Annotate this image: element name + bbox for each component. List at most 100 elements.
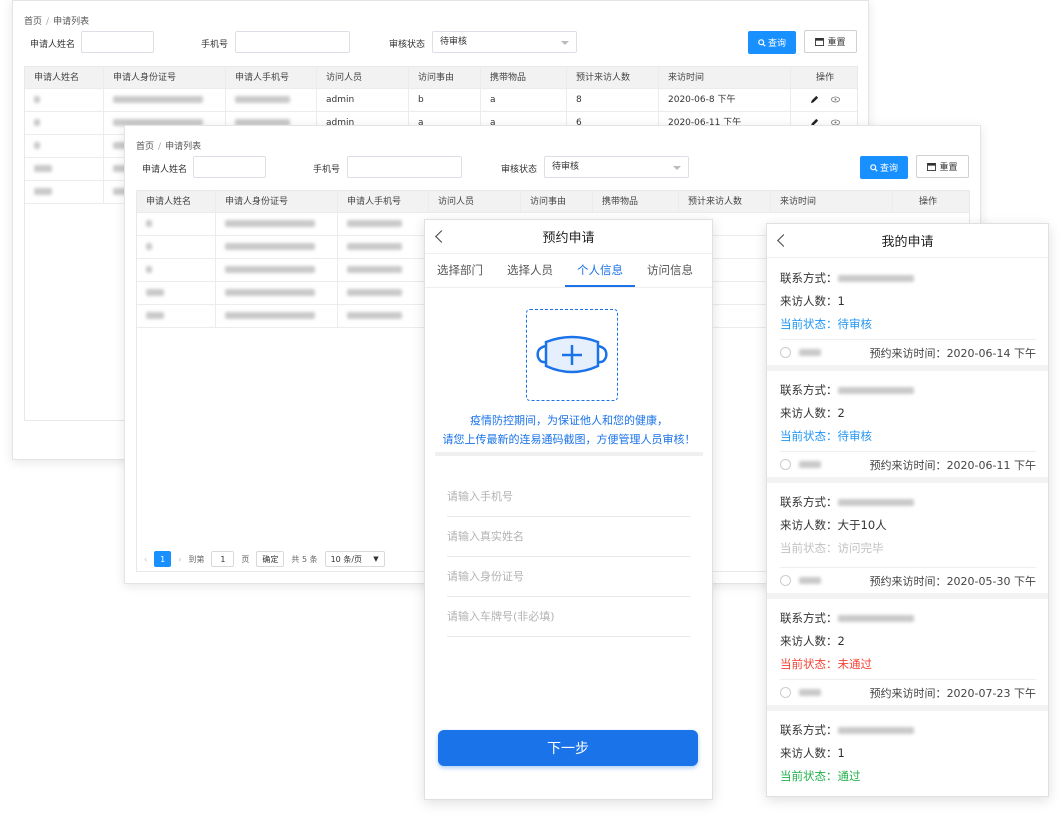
my-applications-title: 我的申请 <box>881 235 934 250</box>
prev-page-icon[interactable]: ‹ <box>144 555 147 564</box>
contact-line: 联系方式： <box>780 722 914 738</box>
blurred-id <box>225 289 315 296</box>
table-header-row: 申请人姓名 申请人身份证号 申请人手机号 访问人员 访问事由 携带物品 预计来访… <box>25 67 857 89</box>
contact-line: 联系方式： <box>780 494 914 510</box>
id-number-input[interactable]: 请输入身份证号 <box>447 557 690 597</box>
application-card[interactable]: 联系方式： 来访人数：1 当前状态：通过 <box>767 711 1048 796</box>
time-cell: 2020-06-8 下午 <box>659 89 791 111</box>
next-page-icon[interactable]: › <box>178 555 181 564</box>
column-header[interactable]: 访问人员 <box>317 67 409 88</box>
reset-icon <box>815 37 825 46</box>
column-header[interactable]: 携带物品 <box>481 67 567 88</box>
application-card[interactable]: 联系方式： 来访人数：大于10人 当前状态：访问完毕 预约来访时间：2020-0… <box>767 483 1048 599</box>
health-code-upload[interactable] <box>526 309 618 401</box>
status-line: 当前状态：待审核 <box>780 317 872 331</box>
blurred-phone <box>347 289 402 296</box>
column-header[interactable]: 申请人姓名 <box>137 191 216 212</box>
license-plate-input[interactable]: 请输入车牌号(非必填) <box>447 597 690 637</box>
avatar <box>780 347 791 358</box>
column-header[interactable]: 申请人手机号 <box>338 191 429 212</box>
back-arrow-icon[interactable] <box>435 230 448 243</box>
blurred-applicant <box>799 461 821 468</box>
column-header[interactable]: 来访时间 <box>659 67 791 88</box>
query-button[interactable]: 查询 <box>860 156 908 179</box>
tab-person[interactable]: 选择人员 <box>495 254 565 287</box>
column-header[interactable]: 预计来访人数 <box>567 67 659 88</box>
status-filter-select[interactable]: 待审核 <box>544 156 689 178</box>
goto-confirm-button[interactable]: 确定 <box>256 551 285 567</box>
name-filter-input[interactable] <box>81 31 154 53</box>
reset-button[interactable]: 重置 <box>804 30 857 53</box>
page-size-select[interactable]: 10 条/页 ▼ <box>324 551 385 567</box>
column-header[interactable]: 申请人姓名 <box>25 67 104 88</box>
application-card[interactable]: 联系方式： 来访人数：2 当前状态：待审核 预约来访时间：2020-06-11 … <box>767 371 1048 483</box>
column-header[interactable]: 申请人身份证号 <box>104 67 226 88</box>
blurred-name <box>34 96 40 103</box>
back-arrow-icon[interactable] <box>777 234 790 247</box>
tab-department[interactable]: 选择部门 <box>425 254 495 287</box>
application-card[interactable]: 联系方式： 来访人数：1 当前状态：待审核 预约来访时间：2020-06-14 … <box>767 259 1048 371</box>
blurred-name <box>146 266 152 273</box>
booking-navbar: 预约申请 <box>425 220 712 254</box>
edit-icon[interactable] <box>810 95 819 104</box>
next-step-button[interactable]: 下一步 <box>438 730 698 766</box>
status-filter-select[interactable]: 待审核 <box>432 31 577 53</box>
blurred-name <box>146 243 152 250</box>
avatar <box>780 575 791 586</box>
column-header[interactable]: 访问事由 <box>409 67 481 88</box>
visitor-count-line: 来访人数：大于10人 <box>780 518 887 532</box>
eye-icon[interactable] <box>830 96 840 103</box>
contact-line: 联系方式： <box>780 270 914 286</box>
phone-filter-input[interactable] <box>235 31 350 53</box>
visitor-count-line: 来访人数：2 <box>780 406 845 420</box>
application-card[interactable]: 联系方式： 来访人数：2 当前状态：未通过 预约来访时间：2020-07-23 … <box>767 599 1048 711</box>
blurred-name <box>34 188 52 195</box>
reset-button[interactable]: 重置 <box>916 155 969 178</box>
column-header[interactable]: 来访时间 <box>771 191 893 212</box>
tab-visit-info[interactable]: 访问信息 <box>635 254 705 287</box>
name-filter-input[interactable] <box>193 156 266 178</box>
blurred-phone <box>347 243 402 250</box>
breadcrumb-current: 申请列表 <box>53 17 90 27</box>
real-name-input[interactable]: 请输入真实姓名 <box>447 517 690 557</box>
blurred-applicant <box>799 577 821 584</box>
current-page[interactable]: 1 <box>154 551 172 567</box>
mask-upload-icon <box>536 335 608 374</box>
column-header[interactable]: 携带物品 <box>593 191 679 212</box>
goto-page-input[interactable]: 1 <box>211 551 235 567</box>
blurred-contact <box>837 615 914 622</box>
blurred-id <box>225 312 315 319</box>
blurred-id <box>225 266 315 273</box>
query-button[interactable]: 查询 <box>748 31 796 54</box>
tab-personal-info[interactable]: 个人信息 <box>565 254 635 287</box>
my-applications-navbar: 我的申请 <box>767 224 1048 258</box>
blurred-id <box>113 96 203 103</box>
breadcrumb-home[interactable]: 首页 <box>136 142 154 152</box>
table-row: admin b a 8 2020-06-8 下午 <box>25 89 857 112</box>
column-header[interactable]: 访问事由 <box>521 191 593 212</box>
column-header[interactable]: 申请人手机号 <box>226 67 317 88</box>
epidemic-notice-line2: 请您上传最新的连易通码截图，方便管理人员审核！ <box>442 433 696 446</box>
blurred-phone <box>347 220 402 227</box>
blurred-contact <box>837 727 914 734</box>
column-header[interactable]: 预计来访人数 <box>679 191 771 212</box>
phone-input[interactable]: 请输入手机号 <box>447 477 690 517</box>
blurred-phone <box>347 312 402 319</box>
blurred-name <box>34 142 40 149</box>
status-line: 当前状态：访问完毕 <box>780 541 884 555</box>
blurred-name <box>34 165 52 172</box>
column-header[interactable]: 申请人身份证号 <box>216 191 338 212</box>
name-filter-label: 申请人姓名 <box>142 165 188 175</box>
blurred-id <box>225 243 315 250</box>
contact-line: 联系方式： <box>780 610 914 626</box>
breadcrumb-home[interactable]: 首页 <box>24 17 42 27</box>
chevron-down-icon: ▼ <box>373 555 379 563</box>
visitor-count-line: 来访人数：2 <box>780 634 845 648</box>
my-applications-screen: 我的申请 联系方式： 来访人数：1 当前状态：待审核 预约来访时间：2020-0… <box>766 223 1049 797</box>
column-header[interactable]: 操作 <box>791 67 857 88</box>
phone-filter-input[interactable] <box>347 156 462 178</box>
column-header[interactable]: 访问人员 <box>429 191 521 212</box>
count-cell: 8 <box>567 89 659 111</box>
column-header[interactable]: 操作 <box>893 191 963 212</box>
card-footer: 预约来访时间：2020-05-30 下午 <box>780 567 1036 593</box>
